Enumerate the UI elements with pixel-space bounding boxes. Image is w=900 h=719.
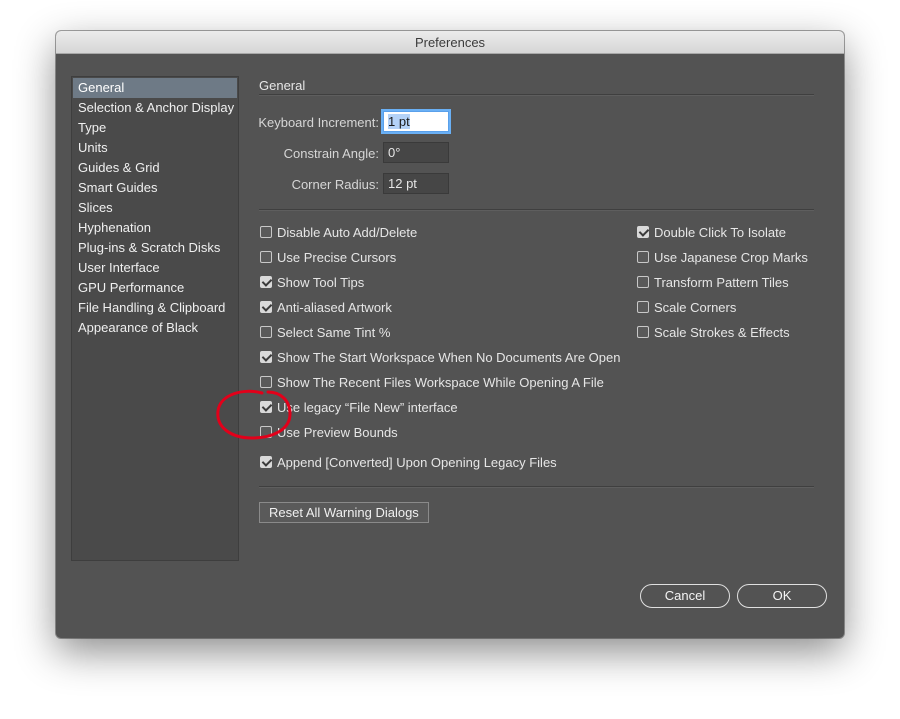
checkmark-icon[interactable] — [637, 226, 649, 238]
option-label: Append [Converted] Upon Opening Legacy F… — [277, 455, 557, 470]
checkbox-icon[interactable] — [260, 426, 272, 438]
checkbox-icon[interactable] — [637, 251, 649, 263]
ok-button[interactable]: OK — [737, 584, 827, 608]
keyboard-increment-input[interactable]: 1 pt — [383, 111, 449, 132]
sidebar-item-units[interactable]: Units — [73, 138, 237, 158]
option-label: Transform Pattern Tiles — [654, 275, 789, 290]
option-label: Scale Corners — [654, 300, 737, 315]
preferences-window: Preferences General Selection & Anchor D… — [56, 31, 844, 638]
sidebar-item-plugins-scratch-disks[interactable]: Plug-ins & Scratch Disks — [73, 238, 237, 258]
sidebar-item-file-handling-clipboard[interactable]: File Handling & Clipboard — [73, 298, 237, 318]
option-label: Scale Strokes & Effects — [654, 325, 790, 340]
sidebar-item-selection-anchor-display[interactable]: Selection & Anchor Display — [73, 98, 237, 118]
option-label: Use Preview Bounds — [277, 425, 398, 440]
option-label: Use legacy “File New” interface — [277, 400, 458, 415]
sidebar-item-gpu-performance[interactable]: GPU Performance — [73, 278, 237, 298]
sidebar-item-type[interactable]: Type — [73, 118, 237, 138]
sidebar-item-hyphenation[interactable]: Hyphenation — [73, 218, 237, 238]
sidebar-item-appearance-of-black[interactable]: Appearance of Black — [73, 318, 237, 338]
checkmark-icon[interactable] — [260, 276, 272, 288]
option-label: Show The Start Workspace When No Documen… — [277, 350, 621, 365]
option-label: Select Same Tint % — [277, 325, 391, 340]
section-title: General — [259, 78, 306, 93]
window-title: Preferences — [56, 31, 844, 54]
option-label: Disable Auto Add/Delete — [277, 225, 418, 240]
checkbox-icon[interactable] — [637, 276, 649, 288]
checkbox-icon[interactable] — [260, 376, 272, 388]
constrain-angle-label: Constrain Angle: — [283, 146, 379, 161]
corner-radius-label: Corner Radius: — [291, 177, 379, 192]
option-label: Show Tool Tips — [277, 275, 365, 290]
checkbox-icon[interactable] — [260, 326, 272, 338]
sidebar-item-user-interface[interactable]: User Interface — [73, 258, 237, 278]
preferences-sidebar: General Selection & Anchor Display Type … — [71, 76, 239, 561]
sidebar-item-guides-grid[interactable]: Guides & Grid — [73, 158, 237, 178]
checkmark-icon[interactable] — [260, 301, 272, 313]
keyboard-increment-value: 1 pt — [388, 114, 410, 129]
option-label: Double Click To Isolate — [654, 225, 786, 240]
sidebar-item-slices[interactable]: Slices — [73, 198, 237, 218]
option-label: Use Japanese Crop Marks — [654, 250, 808, 265]
option-label: Use Precise Cursors — [277, 250, 397, 265]
section-divider — [259, 94, 814, 96]
checkmark-icon[interactable] — [260, 401, 272, 413]
checkmark-icon[interactable] — [260, 351, 272, 363]
options-divider — [259, 486, 814, 488]
constrain-angle-input[interactable]: 0° — [383, 142, 449, 163]
reset-warning-dialogs-button[interactable]: Reset All Warning Dialogs — [259, 502, 429, 523]
checkbox-icon[interactable] — [637, 301, 649, 313]
checkbox-icon[interactable] — [637, 326, 649, 338]
checkbox-icon[interactable] — [260, 226, 272, 238]
sidebar-item-general[interactable]: General — [73, 78, 237, 98]
checkbox-icon[interactable] — [260, 251, 272, 263]
corner-radius-input[interactable]: 12 pt — [383, 173, 449, 194]
sidebar-item-smart-guides[interactable]: Smart Guides — [73, 178, 237, 198]
cancel-button[interactable]: Cancel — [640, 584, 730, 608]
option-label: Show The Recent Files Workspace While Op… — [277, 375, 604, 390]
option-label: Anti-aliased Artwork — [277, 300, 392, 315]
checkmark-icon[interactable] — [260, 456, 272, 468]
fields-divider — [259, 209, 814, 211]
keyboard-increment-label: Keyboard Increment: — [258, 115, 379, 130]
